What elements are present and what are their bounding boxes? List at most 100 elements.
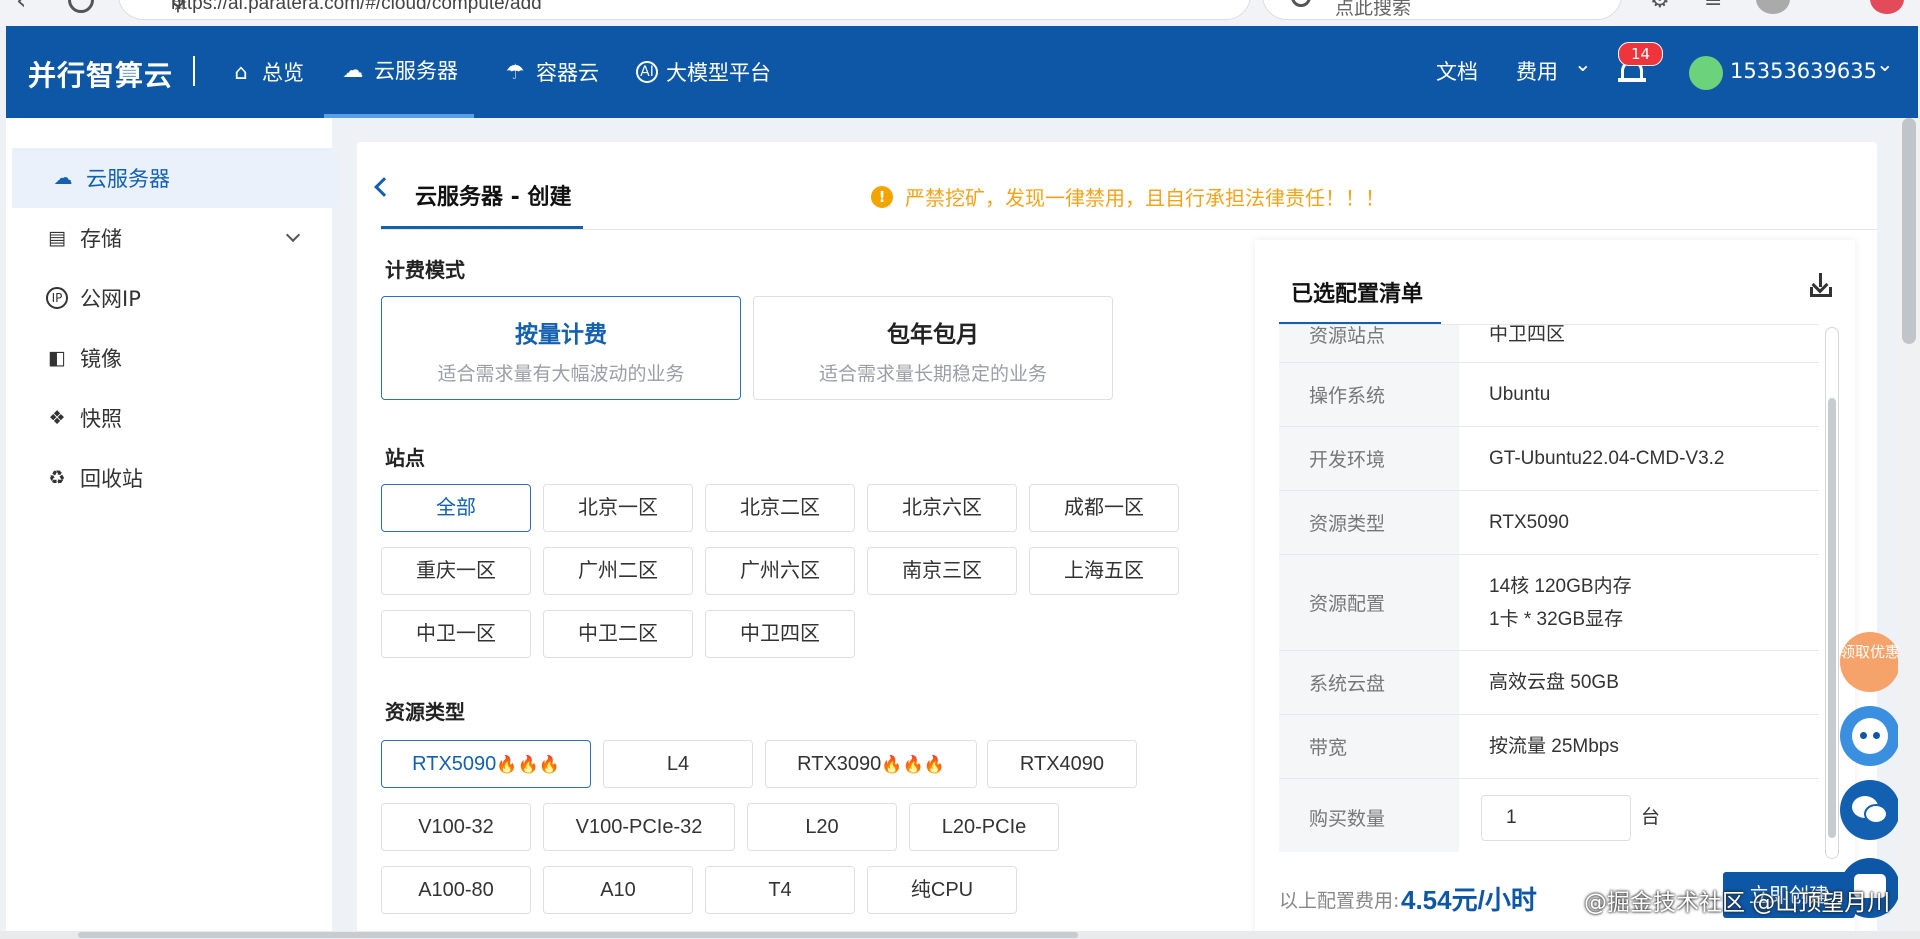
storage-icon: ▤ [48,227,66,249]
resource-option[interactable]: 纯CPU [867,866,1017,914]
summary-table: 资源站点 中卫四区 操作系统 Ubuntu 开发环境 GT-Ubuntu22.0… [1279,324,1819,852]
warning-icon: ! [871,186,893,208]
resource-option[interactable]: V100-32 [381,803,531,851]
chevron-down-icon[interactable]: ⌄ [1876,52,1894,76]
download-icon[interactable] [1810,273,1832,297]
sidebar-item-recycle-bin[interactable]: ♻ 回收站 [6,448,332,508]
table-row: 资源类型 RTX5090 [1279,491,1819,555]
resource-option[interactable]: A100-80 [381,866,531,914]
site-option[interactable]: 中卫一区 [381,610,531,658]
resource-option[interactable]: RTX4090 [987,740,1137,788]
public-ip-icon: IP [46,287,68,309]
home-icon: ⌂ [234,60,248,84]
table-row: 操作系统 Ubuntu [1279,363,1819,427]
divider [381,229,1877,230]
back-arrow-icon[interactable]: ‹ [16,0,26,16]
sidebar-item-cloud-server[interactable]: ☁ 云服务器 [12,148,338,208]
sidebar-item-image[interactable]: ◧ 镜像 [6,328,332,388]
site-option[interactable]: 广州二区 [543,547,693,595]
site-option[interactable]: 北京六区 [867,484,1017,532]
sidebar-item-public-ip[interactable]: IP 公网IP [6,268,332,328]
resource-option[interactable]: L20-PCIe [909,803,1059,851]
site-option[interactable]: 北京二区 [705,484,855,532]
nav-item-ai-model[interactable]: AI 大模型平台 [636,26,771,118]
nav-item-overview[interactable]: ⌂ 总览 [228,26,304,118]
edge-icon[interactable] [1870,0,1904,14]
brand-divider [193,56,195,86]
site-option[interactable]: 中卫四区 [705,610,855,658]
site-option[interactable]: 广州六区 [705,547,855,595]
search-placeholder: 点此搜索 [1335,0,1412,19]
address-bar[interactable]: https://ai.paratera.com/#/cloud/compute/… [118,0,1251,20]
user-menu[interactable]: 15353639635 [1730,59,1877,83]
brand-logo[interactable]: 并行智算云 [28,54,173,94]
table-row: 系统云盘 高效云盘 50GB [1279,651,1819,715]
site-option[interactable]: 全部 [381,484,531,532]
cloud-server-icon: ☁ [342,58,364,82]
site-option[interactable]: 重庆一区 [381,547,531,595]
billing-option-pay-as-you-go[interactable]: 按量计费 适合需求量有大幅波动的业务 [381,296,741,400]
watermark: @掘金技术社区 @山顶望月川 [1584,890,1891,916]
table-row: 资源站点 中卫四区 [1279,325,1819,363]
site-option[interactable]: 中卫二区 [543,610,693,658]
site-option[interactable]: 上海五区 [1029,547,1179,595]
cloud-server-icon: ☁ [53,167,73,189]
sidebar-item-snapshot[interactable]: ❖ 快照 [6,388,332,448]
resource-option[interactable]: A10 [543,866,693,914]
billing-heading: 计费模式 [385,258,465,282]
nav-item-cloud-server[interactable]: ☁ 云服务器 [324,26,474,118]
billing-option-subscription[interactable]: 包年包月 适合需求量长期稳定的业务 [753,296,1113,400]
ai-assistant-icon [1852,718,1888,754]
table-row: 购买数量 1台 [1279,779,1819,852]
search-icon [1291,0,1311,7]
horizontal-scrollbar[interactable] [0,931,1920,939]
resource-option[interactable]: T4 [705,866,855,914]
fees-menu[interactable]: 费用 [1516,56,1558,86]
app-header: 并行智算云 ⌂ 总览 ☁ 云服务器 ☂ 容器云 AI 大模型平台 文档 费用 ⌄… [6,26,1918,118]
star-icon[interactable]: ☆ [171,0,1232,16]
back-arrow-icon[interactable] [374,177,394,197]
coupon-button[interactable]: 领取优惠 [1840,632,1900,692]
resource-option[interactable]: L4 [603,740,753,788]
page-title: 云服务器 - 创建 [415,185,572,210]
reading-list-icon[interactable]: ≡ [1704,0,1722,13]
ai-assistant-button[interactable] [1840,706,1900,766]
resource-option[interactable]: L20 [747,803,897,851]
resource-type-heading: 资源类型 [385,700,465,724]
fire-icon: 🔥🔥🔥 [496,755,560,774]
sidebar: ☁ 云服务器 ▤ 存储 IP 公网IP ◧ 镜像 ❖ 快照 ♻ 回收站 [6,118,338,939]
site-option[interactable]: 成都一区 [1029,484,1179,532]
site-option[interactable]: 南京三区 [867,547,1017,595]
chevron-down-icon[interactable]: ⌄ [1574,52,1592,76]
summary-scrollbar[interactable] [1825,327,1839,859]
wechat-button[interactable] [1840,780,1900,840]
reload-icon[interactable] [68,0,94,13]
avatar[interactable] [1689,56,1723,90]
cost-value: 4.54元/小时 [1401,885,1537,915]
quantity-input[interactable]: 1 [1481,794,1631,841]
resource-option[interactable]: RTX3090🔥🔥🔥 [765,740,977,788]
resource-option[interactable]: RTX5090🔥🔥🔥 [381,740,591,788]
ai-model-icon: AI [636,61,658,83]
summary-title: 已选配置清单 [1291,282,1424,307]
docs-link[interactable]: 文档 [1436,56,1478,86]
chevron-down-icon[interactable] [285,227,301,243]
browser-search-box[interactable]: 点此搜索 [1262,0,1622,20]
config-summary-panel: 已选配置清单 资源站点 中卫四区 操作系统 Ubuntu 开发环境 GT-Ubu… [1255,240,1855,939]
container-cloud-icon: ☂ [505,60,525,84]
resource-option[interactable]: V100-PCIe-32 [543,803,735,851]
snapshot-icon: ❖ [48,407,66,429]
recycle-bin-icon: ♻ [48,467,66,489]
fire-icon: 🔥🔥🔥 [881,755,945,774]
warning-text: 严禁挖矿，发现一律禁用，且自行承担法律责任！！！ [905,186,1385,210]
nav-item-container-cloud[interactable]: ☂ 容器云 [502,26,599,118]
image-icon: ◧ [48,347,66,369]
quantity-unit: 台 [1641,806,1661,828]
extensions-icon[interactable]: ⚙ [1650,0,1670,13]
browser-toolbar: ‹ https://ai.paratera.com/#/cloud/comput… [0,0,1920,26]
site-option[interactable]: 北京一区 [543,484,693,532]
page-scrollbar[interactable] [1898,118,1920,939]
sidebar-item-storage[interactable]: ▤ 存储 [6,208,332,268]
profile-icon[interactable] [1756,0,1790,14]
create-server-card: 云服务器 - 创建 ! 严禁挖矿，发现一律禁用，且自行承担法律责任！！！ 计费模… [357,142,1877,939]
